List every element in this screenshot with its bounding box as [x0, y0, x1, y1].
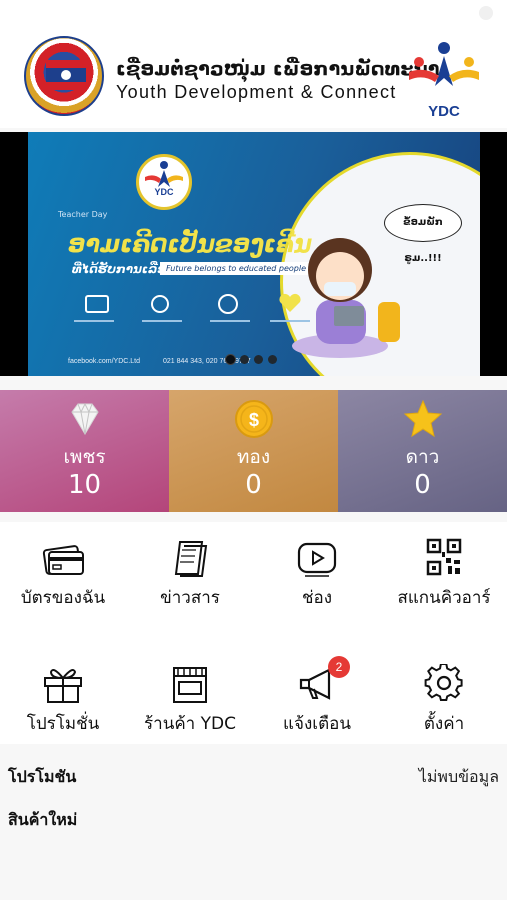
gears-icon	[151, 295, 169, 313]
menu-label: บัตรของฉัน	[20, 588, 106, 608]
status-bar	[0, 0, 507, 26]
lao-flag-icon	[46, 60, 86, 90]
points-label: ดาว	[405, 446, 440, 468]
menu-label: ข่าวสาร	[160, 588, 220, 608]
banner-headline: ອາມເຄີດເປັນຂອງເຄີນ	[68, 230, 312, 258]
menu-label: โปรโมชั่น	[26, 714, 100, 734]
carousel-dot[interactable]	[254, 355, 263, 364]
menu-label: สแกนคิวอาร์	[397, 588, 491, 608]
brand-title-english: Youth Development & Connect	[116, 82, 397, 102]
menu-my-card[interactable]: บัตรของฉัน	[0, 522, 126, 622]
banner-slide[interactable]: Teacher Day YDC ອາມເຄີດເປັນຂອງເຄີນ ທີ່ໄດ…	[28, 132, 480, 376]
briefcase-icon	[85, 295, 109, 313]
carousel-dot[interactable]	[240, 355, 249, 364]
menu-channel[interactable]: ช่อง	[254, 522, 380, 622]
new-products-section: สินค้าใหม่	[0, 798, 507, 838]
menu-news[interactable]: ข่าวสาร	[127, 522, 253, 622]
banner-ydc-logo: YDC	[136, 154, 192, 210]
menu-scan-qr[interactable]: สแกนคิวอาร์	[381, 522, 507, 622]
menu-ydc-store[interactable]: ร้านค้า YDC	[127, 648, 253, 748]
status-indicator-icon	[479, 6, 493, 20]
menu-promotion[interactable]: โปรโมชั่น	[0, 648, 126, 748]
brand-title-lao: ເຊື່ອມຕໍ່ຊາວໜຸ່ມ ເພື່ອການພັດທະນາ	[116, 58, 440, 80]
points-value: 10	[67, 470, 102, 500]
channel-play-icon	[297, 542, 337, 577]
main-menu-grid: บัตรของฉัน ข่าวสาร ช่อง สแกนคิวอาร์ โปรโ…	[0, 522, 507, 744]
banner-speech-bubble: ຂໍ້ອມພັກຣູມ..!!!	[384, 204, 462, 264]
menu-settings[interactable]: ตั้งค่า	[381, 648, 507, 748]
points-value: 0	[414, 470, 431, 500]
carousel-pagination	[226, 355, 277, 364]
clock-icon	[218, 294, 238, 314]
star-icon	[403, 399, 442, 438]
promotion-section: โปรโมชัน ไม่พบข้อมูล	[0, 755, 507, 795]
diamond-icon	[70, 402, 99, 435]
banner-logo-text: YDC	[154, 187, 174, 197]
banner-ydc-figures-icon	[145, 161, 183, 187]
store-icon	[173, 667, 207, 703]
points-label: เพชร	[63, 446, 106, 468]
gold-coin-icon: $	[234, 400, 273, 438]
ydc-logo-text: YDC	[428, 103, 460, 120]
notification-badge: 2	[328, 656, 350, 678]
diamond-points-card[interactable]: เพชร 10	[0, 390, 169, 512]
ydc-figures-icon	[409, 42, 479, 86]
star-points-card[interactable]: ดาว 0	[338, 390, 507, 512]
points-label: ทอง	[236, 446, 271, 468]
promo-banner-carousel[interactable]: Teacher Day YDC ອາມເຄີດເປັນຂອງເຄີນ ທີ່ໄດ…	[0, 132, 507, 376]
menu-label: แจ้งเตือน	[283, 714, 351, 734]
banner-facebook: facebook.com/YDC.Ltd	[68, 358, 140, 365]
student-illustration	[292, 238, 400, 358]
menu-label: ตั้งค่า	[423, 714, 465, 734]
app-header: ເຊື່ອມຕໍ່ຊາວໜຸ່ມ ເພື່ອການພັດທະນາ Youth D…	[0, 0, 507, 128]
menu-label: ร้านค้า YDC	[144, 714, 236, 734]
promotion-empty-text: ไม่พบข้อมูล	[418, 767, 499, 786]
news-icon	[174, 541, 208, 577]
points-summary: เพชร 10 $ ทอง 0 ดาว 0	[0, 390, 507, 512]
new-products-section-title: สินค้าใหม่	[8, 810, 78, 829]
gift-icon	[44, 669, 82, 703]
svg-text:$: $	[248, 410, 258, 430]
banner-corner-text: Teacher Day	[58, 210, 108, 219]
gear-icon	[424, 664, 463, 701]
ydc-logo: YDC	[405, 40, 483, 120]
points-value: 0	[245, 470, 262, 500]
banner-feature-icons	[74, 293, 310, 322]
gold-points-card[interactable]: $ ทอง 0	[169, 390, 338, 512]
menu-notifications[interactable]: 2 แจ้งเตือน	[254, 648, 380, 748]
youth-union-emblem-logo	[24, 36, 104, 116]
menu-label: ช่อง	[301, 588, 333, 608]
card-icon	[42, 545, 84, 575]
carousel-dot[interactable]	[268, 355, 277, 364]
promotion-section-title: โปรโมชัน	[8, 767, 77, 786]
carousel-dot[interactable]	[226, 355, 235, 364]
qr-code-icon	[426, 538, 462, 576]
